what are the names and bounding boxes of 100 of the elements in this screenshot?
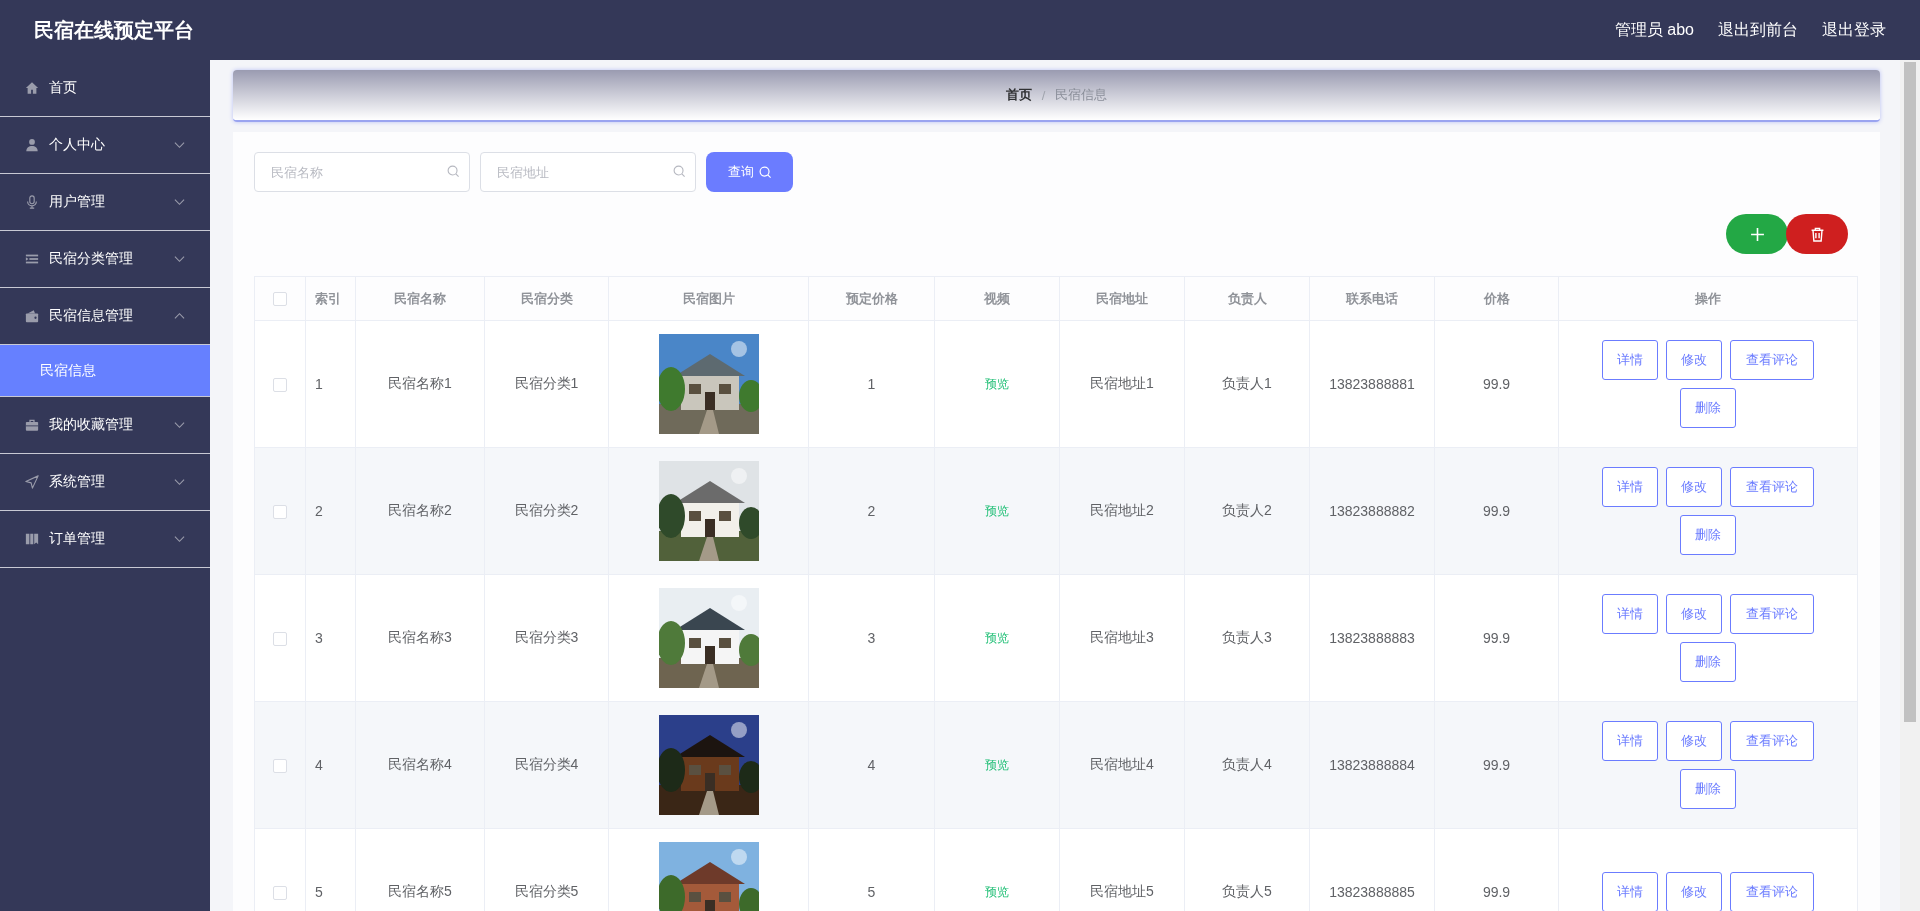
briefcase-icon bbox=[25, 418, 39, 432]
table-cell: 13823888881 bbox=[1329, 376, 1415, 392]
row-checkbox[interactable] bbox=[273, 759, 287, 774]
select-all-checkbox[interactable] bbox=[273, 292, 287, 307]
table-cell: 2 bbox=[867, 503, 876, 519]
table-cell: 民宿名称4 bbox=[388, 756, 452, 772]
table-cell: 民宿名称2 bbox=[388, 502, 452, 518]
column-header: 民宿地址 bbox=[1096, 290, 1148, 306]
table-cell: 99.9 bbox=[1482, 503, 1511, 519]
breadcrumb-item: 民宿信息 bbox=[1055, 86, 1108, 104]
reviews-button[interactable]: 查看评论 bbox=[1730, 721, 1814, 761]
column-header: 操作 bbox=[1695, 290, 1721, 306]
row-checkbox[interactable] bbox=[273, 378, 287, 393]
reviews-button[interactable]: 查看评论 bbox=[1730, 872, 1814, 911]
table-cell: 负责人1 bbox=[1222, 375, 1272, 391]
preview-link[interactable]: 预览 bbox=[985, 631, 1009, 645]
delete-button[interactable]: 删除 bbox=[1680, 515, 1736, 555]
table-cell: 99.9 bbox=[1482, 376, 1511, 392]
reviews-button[interactable]: 查看评论 bbox=[1730, 340, 1814, 380]
column-header: 民宿分类 bbox=[520, 290, 573, 306]
preview-link[interactable]: 预览 bbox=[985, 758, 1009, 772]
table-cell: 1 bbox=[867, 376, 876, 392]
menu-label: 个人中心 bbox=[49, 136, 106, 154]
table-cell: 民宿分类5 bbox=[514, 883, 579, 899]
edit-button[interactable]: 修改 bbox=[1666, 467, 1722, 507]
table-cell: 13823888884 bbox=[1329, 757, 1415, 773]
table-cell: 民宿名称5 bbox=[388, 883, 452, 899]
menu-label: 用户管理 bbox=[49, 193, 106, 211]
details-button[interactable]: 详情 bbox=[1602, 872, 1658, 911]
row-checkbox[interactable] bbox=[273, 632, 287, 647]
reviews-button[interactable]: 查看评论 bbox=[1730, 467, 1814, 507]
preview-link[interactable]: 预览 bbox=[985, 885, 1009, 899]
table-cell: 民宿分类4 bbox=[514, 756, 579, 772]
edit-button[interactable]: 修改 bbox=[1666, 721, 1722, 761]
delete-button[interactable]: 删除 bbox=[1680, 642, 1736, 682]
scrollbar-thumb[interactable] bbox=[1904, 62, 1916, 722]
add-button[interactable] bbox=[1726, 214, 1788, 254]
edit-button[interactable]: 修改 bbox=[1666, 872, 1722, 911]
column-header: 索引 bbox=[315, 290, 341, 306]
home-icon bbox=[25, 81, 39, 95]
column-header: 负责人 bbox=[1227, 290, 1267, 306]
preview-link[interactable]: 预览 bbox=[985, 377, 1009, 391]
table-cell: 民宿地址5 bbox=[1090, 883, 1154, 899]
column-header: 民宿名称 bbox=[394, 290, 446, 306]
column-header: 民宿图片 bbox=[682, 290, 735, 306]
person-icon bbox=[25, 138, 39, 152]
table-cell: 3 bbox=[867, 630, 876, 646]
table-cell: 民宿地址1 bbox=[1090, 375, 1154, 391]
header-link[interactable]: 退出登录 bbox=[1822, 19, 1886, 41]
table-cell: 2 bbox=[315, 503, 323, 519]
list-icon bbox=[25, 252, 39, 266]
wallet-icon bbox=[25, 309, 39, 323]
table-cell: 13823888885 bbox=[1329, 884, 1415, 900]
book-icon bbox=[25, 532, 39, 546]
edit-button[interactable]: 修改 bbox=[1666, 340, 1722, 380]
menu-label: 我的收藏管理 bbox=[49, 416, 134, 434]
scrollbar[interactable] bbox=[1900, 60, 1920, 911]
edit-button[interactable]: 修改 bbox=[1666, 594, 1722, 634]
table-cell: 民宿名称1 bbox=[388, 375, 452, 391]
table-cell: 5 bbox=[315, 884, 323, 900]
table-cell: 13823888883 bbox=[1329, 630, 1415, 646]
column-header: 视频 bbox=[984, 290, 1010, 306]
microphone-icon bbox=[25, 195, 39, 209]
header-link[interactable]: 管理员 abo bbox=[1614, 19, 1694, 41]
menu-label: 首页 bbox=[49, 79, 78, 97]
breadcrumb-item[interactable]: 首页 bbox=[1005, 86, 1032, 104]
delete-button[interactable]: 删除 bbox=[1680, 388, 1736, 428]
preview-link[interactable]: 预览 bbox=[985, 504, 1009, 518]
query-button[interactable]: 查询 bbox=[706, 152, 793, 192]
menu-label: 系统管理 bbox=[49, 473, 106, 491]
details-button[interactable]: 详情 bbox=[1602, 340, 1658, 380]
table-cell: 4 bbox=[315, 757, 323, 773]
row-checkbox[interactable] bbox=[273, 505, 287, 520]
row-checkbox[interactable] bbox=[273, 886, 287, 901]
table-cell: 民宿地址2 bbox=[1090, 502, 1154, 518]
table-cell: 民宿分类1 bbox=[514, 375, 579, 391]
table-cell: 1 bbox=[315, 376, 323, 392]
sidebar-subitem[interactable]: 民宿信息 bbox=[0, 345, 210, 397]
search-icon bbox=[673, 165, 686, 178]
table-cell: 99.9 bbox=[1482, 630, 1511, 646]
search-field[interactable]: 民宿地址 bbox=[480, 152, 696, 192]
trash-icon bbox=[1809, 226, 1825, 242]
table-cell: 民宿分类2 bbox=[514, 502, 579, 518]
table-cell: 负责人2 bbox=[1222, 502, 1272, 518]
delete-button[interactable] bbox=[1786, 214, 1848, 254]
plus-icon bbox=[1749, 226, 1765, 242]
table-cell: 5 bbox=[867, 884, 876, 900]
header-link[interactable]: 退出到前台 bbox=[1718, 19, 1798, 41]
table-cell: 4 bbox=[867, 757, 876, 773]
details-button[interactable]: 详情 bbox=[1602, 467, 1658, 507]
reviews-button[interactable]: 查看评论 bbox=[1730, 594, 1814, 634]
search-icon bbox=[447, 165, 460, 178]
details-button[interactable]: 详情 bbox=[1602, 721, 1658, 761]
breadcrumb-separator: / bbox=[1041, 87, 1046, 103]
table-cell: 99.9 bbox=[1482, 757, 1511, 773]
search-field[interactable]: 民宿名称 bbox=[254, 152, 470, 192]
table-cell: 负责人3 bbox=[1222, 629, 1272, 645]
menu-label: 民宿分类管理 bbox=[49, 250, 134, 268]
details-button[interactable]: 详情 bbox=[1602, 594, 1658, 634]
delete-button[interactable]: 删除 bbox=[1680, 769, 1736, 809]
